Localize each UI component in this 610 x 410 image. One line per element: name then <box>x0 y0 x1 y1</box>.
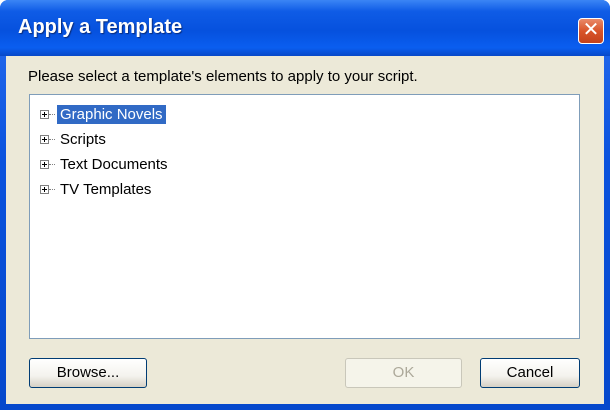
tree-item-scripts[interactable]: Scripts <box>40 128 109 150</box>
dialog-body: Please select a template's elements to a… <box>6 56 604 404</box>
tree-item-text-documents[interactable]: Text Documents <box>40 153 171 175</box>
tree-connector <box>49 188 55 190</box>
expand-plus-icon[interactable] <box>40 184 49 194</box>
tree-connector <box>49 138 55 140</box>
expand-plus-icon[interactable] <box>40 134 49 144</box>
instruction-text: Please select a template's elements to a… <box>28 68 418 85</box>
tree-item-tv-templates[interactable]: TV Templates <box>40 178 154 200</box>
title-bar: Apply a Template ✕ <box>0 0 610 56</box>
browse-button[interactable]: Browse... <box>29 358 147 388</box>
tree-item-label[interactable]: Scripts <box>57 130 109 149</box>
tree-item-graphic-novels[interactable]: Graphic Novels <box>40 103 166 125</box>
tree-connector <box>49 163 55 165</box>
dialog-window: Apply a Template ✕ Please select a templ… <box>0 0 610 410</box>
expand-plus-icon[interactable] <box>40 159 49 169</box>
tree-connector <box>49 113 55 115</box>
template-tree[interactable]: Graphic Novels Scripts Text Documents TV… <box>29 94 580 339</box>
cancel-button[interactable]: Cancel <box>480 358 580 388</box>
tree-item-label[interactable]: Text Documents <box>57 155 171 174</box>
close-icon: ✕ <box>582 19 600 41</box>
tree-item-label[interactable]: TV Templates <box>57 180 154 199</box>
window-title: Apply a Template <box>18 16 183 38</box>
tree-item-label[interactable]: Graphic Novels <box>57 104 166 124</box>
close-button[interactable]: ✕ <box>578 18 604 44</box>
ok-button[interactable]: OK <box>345 358 462 388</box>
expand-plus-icon[interactable] <box>40 109 49 119</box>
